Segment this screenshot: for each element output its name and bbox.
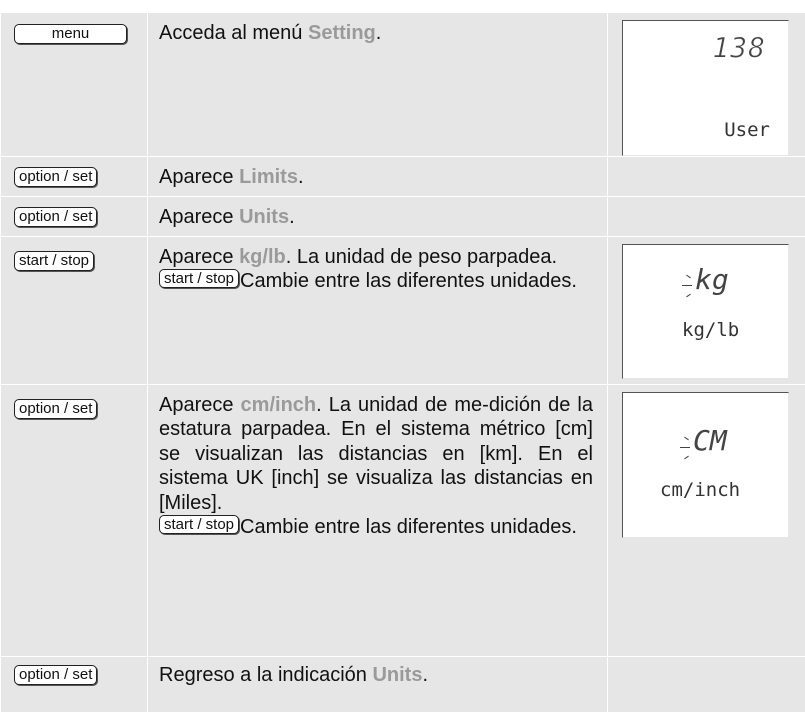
display-cell: CM cm/inch	[608, 384, 805, 656]
key-cell: menu	[1, 13, 148, 157]
table-row: option / set Aparece Limits.	[1, 157, 805, 197]
lcd-display: CM cm/inch	[622, 392, 789, 538]
key-cell: start / stop	[1, 236, 148, 384]
description-cell: Aparece kg/lb. La unidad de peso parpade…	[148, 236, 608, 384]
steps-table: menu Acceda al menú Setting. 138 User op…	[0, 12, 805, 713]
lcd-label: kg/lb	[682, 319, 739, 341]
description-cell: Regreso a la indicación Units.	[148, 656, 608, 712]
key-cell: option / set	[1, 157, 148, 197]
table-row: menu Acceda al menú Setting. 138 User	[1, 13, 805, 157]
option-set-button[interactable]: option / set	[14, 399, 97, 419]
menu-button[interactable]: menu	[14, 24, 127, 44]
key-cell: option / set	[1, 384, 148, 656]
lcd-display: kg kg/lb	[622, 244, 789, 379]
blink-ray	[680, 447, 690, 448]
blink-ray	[684, 436, 689, 440]
description-cell: Acceda al menú Setting.	[148, 13, 608, 157]
start-stop-inline-button[interactable]: start / stop	[159, 515, 239, 534]
section-heading-cutoff	[0, 0, 805, 12]
key-cell: option / set	[1, 656, 148, 712]
display-cell	[608, 656, 805, 712]
display-cell: kg kg/lb	[608, 236, 805, 384]
option-set-button[interactable]: option / set	[14, 167, 97, 187]
blink-ray	[686, 293, 691, 297]
table-row: start / stop Aparece kg/lb. La unidad de…	[1, 236, 805, 384]
start-stop-button[interactable]: start / stop	[14, 251, 94, 271]
table-row: option / set Aparece Units.	[1, 196, 805, 236]
description-cell: Aparece Units.	[148, 196, 608, 236]
key-cell: option / set	[1, 196, 148, 236]
option-set-button[interactable]: option / set	[14, 207, 97, 227]
display-cell	[608, 196, 805, 236]
start-stop-inline-button[interactable]: start / stop	[159, 269, 239, 288]
table-row: option / set Regreso a la indicación Uni…	[1, 656, 805, 712]
table-row: option / set Aparece cm/inch. La unidad …	[1, 384, 805, 656]
display-cell	[608, 157, 805, 197]
lcd-user-number: 138	[712, 31, 766, 64]
display-cell: 138 User	[608, 13, 805, 157]
lcd-display: 138 User	[622, 20, 789, 156]
description-cell: Aparece cm/inch. La unidad de me-dición …	[148, 384, 608, 656]
blink-ray	[682, 285, 692, 286]
description-cell: Aparece Limits.	[148, 157, 608, 197]
lcd-label: User	[724, 119, 770, 141]
blink-ray	[684, 455, 689, 459]
option-set-button[interactable]: option / set	[14, 665, 97, 685]
lcd-label: cm/inch	[660, 479, 740, 501]
lcd-height-symbol: CM	[693, 424, 727, 457]
lcd-weight-symbol: kg	[695, 263, 729, 296]
blink-ray	[686, 274, 691, 278]
